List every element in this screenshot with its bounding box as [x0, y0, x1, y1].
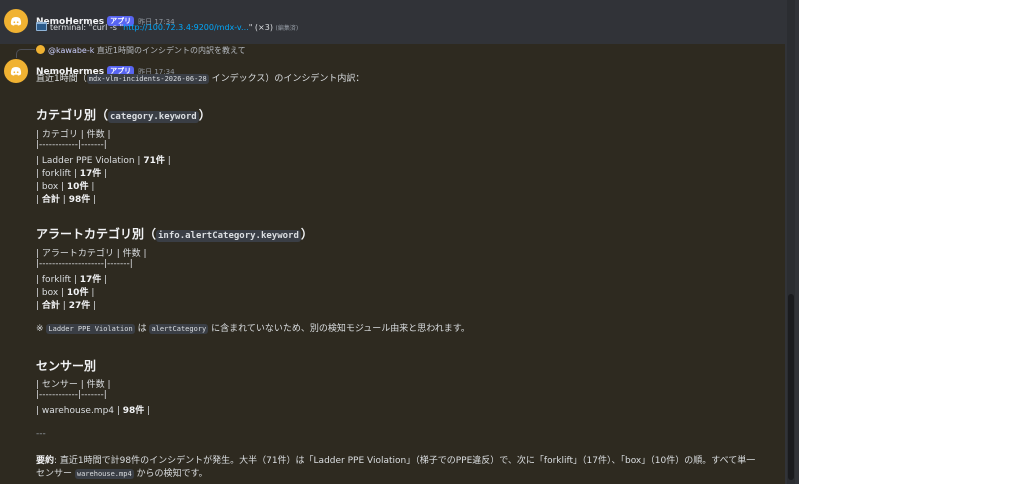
- row-count: 17件: [79, 169, 102, 179]
- table-row: | forklift | 17件 |: [36, 166, 107, 179]
- table-row: | warehouse.mp4 | 98件 |: [36, 403, 150, 416]
- summary-label: 要約: [36, 456, 55, 466]
- summary-code: warehouse.mp4: [74, 469, 134, 479]
- terminal-prefix: terminal: "curl -s ": [50, 23, 124, 32]
- heading-post: ）: [198, 108, 211, 122]
- index-code: mdx-vlm-incidents-2026-06-28: [86, 74, 209, 84]
- row-count: 71件: [143, 156, 165, 166]
- terminal-suffix: " (×3): [248, 23, 273, 32]
- row-count: 27件: [68, 301, 91, 311]
- heading-code: info.alertCategory.keyword: [156, 230, 301, 242]
- divider: ---: [36, 429, 46, 439]
- section-heading-sensor: センサー別: [36, 359, 97, 373]
- table-header: | アラートカテゴリ | 件数 |: [36, 249, 147, 259]
- summary-line-1: 要約: 直近1時間で計98件のインシデントが発生。大半（71件）は「Ladder…: [36, 453, 755, 466]
- heading-pre: アラートカテゴリ別（: [36, 227, 157, 241]
- heading-code: category.keyword: [108, 111, 199, 123]
- row-end: |: [90, 301, 97, 311]
- row-end: |: [164, 156, 171, 166]
- row-label: | forklift |: [36, 169, 80, 179]
- message-tool-call: NemoHermes アプリ 昨日 17:34 terminal: "curl -s…: [0, 0, 785, 44]
- row-count: 17件: [79, 275, 102, 285]
- row-label: | box |: [36, 182, 67, 192]
- table-row: | forklift | 17件 |: [36, 272, 107, 285]
- intro-post: インデックス）のインシデント内訳：: [211, 74, 365, 84]
- row-label: | warehouse.mp4 |: [36, 406, 123, 416]
- intro-pre: 直近1時間（: [36, 74, 87, 84]
- row-label: | box |: [36, 288, 67, 298]
- heading-pre: カテゴリ別（: [36, 108, 109, 122]
- row-count: 10件: [66, 182, 89, 192]
- table-header: | カテゴリ | 件数 |: [36, 130, 111, 140]
- table-separator: |------------|-------|: [36, 390, 107, 400]
- reply-mention[interactable]: @kawabe-k: [48, 46, 94, 55]
- table-row: | Ladder PPE Violation | 71件 |: [36, 153, 171, 166]
- row-label: | Ladder PPE Violation |: [36, 156, 144, 166]
- row-count: 98件: [68, 195, 91, 205]
- bot-avatar-icon[interactable]: [4, 9, 28, 33]
- summary-text: からの検知です。: [133, 469, 208, 479]
- section-heading-alert: アラートカテゴリ別（ info.alertCategory.keyword）: [36, 225, 313, 242]
- row-end: |: [101, 275, 108, 285]
- terminal-icon: [36, 22, 47, 31]
- table-separator: |--------------------|-------|: [36, 259, 133, 269]
- intro-line: 直近1時間（ mdx-vlm-incidents-2026-06-28 インデック…: [36, 71, 364, 84]
- table-row: | box | 10件 |: [36, 179, 94, 192]
- row-label: 合計: [41, 301, 60, 311]
- edited-label: (編集済): [275, 25, 299, 32]
- reply-avatar-icon: [36, 45, 45, 54]
- table-separator: |------------|-------|: [36, 140, 107, 150]
- message-reply: @kawabe-k 直近1時間のインシデントの内訳を教えて NemoHermes…: [0, 44, 785, 484]
- heading-post: ）: [300, 227, 313, 241]
- table-header: | センサー | 件数 |: [36, 380, 111, 390]
- summary-text: : 直近1時間で計98件のインシデントが発生。大半（71件）は「Ladder P…: [54, 456, 756, 466]
- row-label: | forklift |: [36, 275, 80, 285]
- bot-avatar-icon[interactable]: [4, 59, 28, 83]
- scrollbar[interactable]: [787, 0, 795, 484]
- table-row-total: | 合計 | 98件 |: [36, 192, 96, 205]
- row-mid: |: [59, 301, 69, 311]
- scrollbar-thumb[interactable]: [788, 294, 794, 480]
- table-row: | box | 10件 |: [36, 285, 94, 298]
- row-end: |: [101, 169, 108, 179]
- reply-text: 直近1時間のインシデントの内訳を教えて: [96, 46, 246, 55]
- row-mid: |: [59, 195, 69, 205]
- section-heading-category: カテゴリ別（ category.keyword）: [36, 106, 211, 123]
- row-end: |: [88, 182, 95, 192]
- reply-reference[interactable]: @kawabe-k 直近1時間のインシデントの内訳を教えて: [36, 45, 246, 56]
- row-count: 10件: [66, 288, 89, 298]
- row-end: |: [90, 195, 97, 205]
- row-label: 合計: [41, 195, 60, 205]
- note-pre: ※: [36, 324, 47, 334]
- note-line: ※ Ladder PPE Violation は alertCategory に…: [36, 321, 470, 334]
- row-end: |: [144, 406, 151, 416]
- chat-window: NemoHermes アプリ 昨日 17:34 terminal: "curl -s…: [0, 0, 799, 484]
- note-post: に含まれていないため、別の検知モジュール由来と思われます。: [208, 324, 470, 334]
- note-code: Ladder PPE Violation: [46, 324, 135, 334]
- summary-line-2: センサー warehouse.mp4 からの検知です。: [36, 466, 208, 479]
- row-end: |: [88, 288, 95, 298]
- summary-text: センサー: [36, 469, 75, 479]
- row-count: 98件: [122, 406, 145, 416]
- note-code: alertCategory: [149, 324, 209, 334]
- terminal-line: terminal: "curl -s "http://100.72.3.4:92…: [36, 22, 298, 32]
- note-mid: は: [134, 324, 150, 334]
- terminal-link[interactable]: http://100.72.3.4:9200/mdx-v...: [123, 23, 249, 32]
- reply-spine: [16, 49, 35, 58]
- table-row-total: | 合計 | 27件 |: [36, 298, 96, 311]
